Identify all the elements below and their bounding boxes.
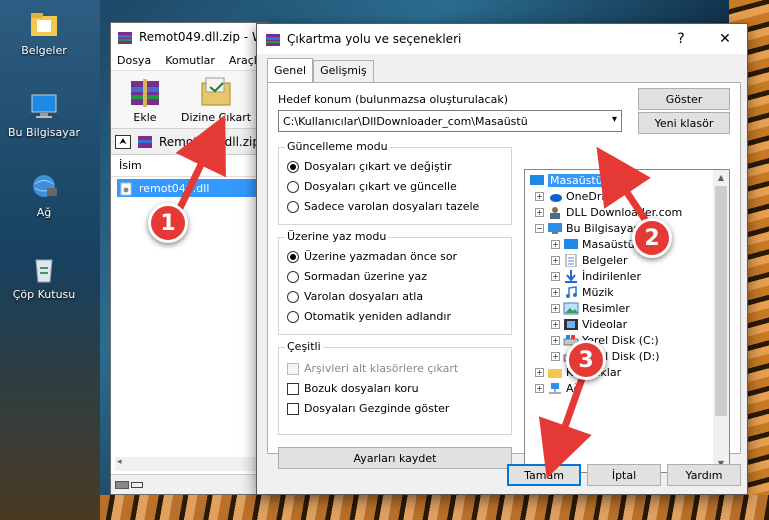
arrow-1 (174, 114, 226, 214)
step-badge-2: 2 (632, 218, 672, 258)
tutorial-arrows (174, 114, 655, 479)
step-badge-3: 3 (566, 340, 606, 380)
arrow-3 (538, 368, 592, 479)
step-badge-1: 1 (148, 203, 188, 243)
